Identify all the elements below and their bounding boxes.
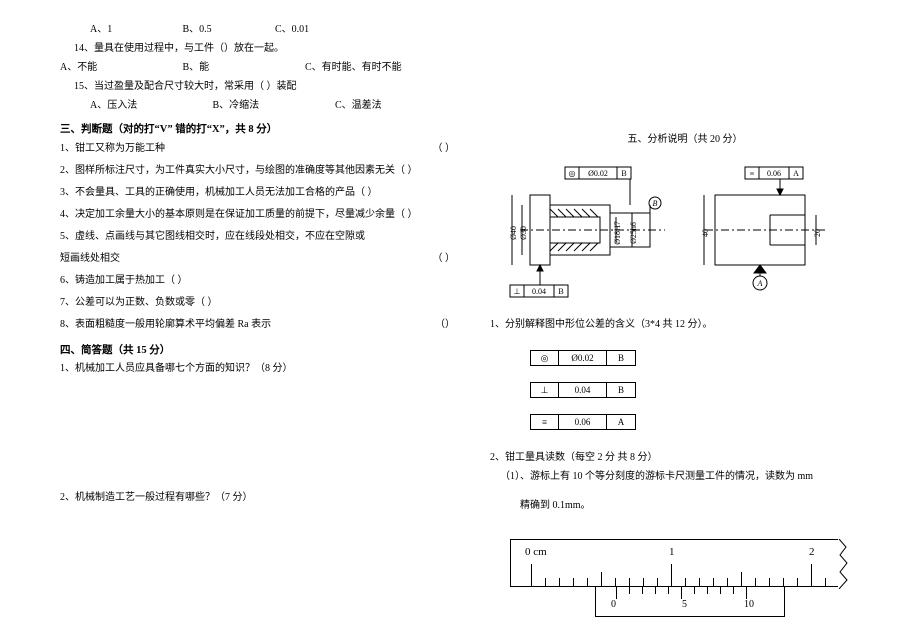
parallelism-icon: ≡ [531,415,559,429]
judge-1: 1、钳工又称为万能工种 （ ） [60,138,455,160]
judge-5a: 5、虚线、点画线与其它图线相交时，应在线段处相交，不应在空隙或 [60,226,455,248]
q15-opt-b: B、冷缩法 [213,96,333,115]
section5-title: 五、分析说明（共 20 分） [490,130,880,149]
q14-stem: 14、量具在使用过程中，与工件（）放在一起。 [60,39,455,58]
svg-text:0.04: 0.04 [532,287,546,296]
svg-text:B: B [621,169,626,178]
judge-7: 7、公差可以为正数、负数或零（ ） [60,292,455,314]
vern-10-label: 10 [744,599,754,610]
judge-5b: 短画线处相交 （ ） [60,248,455,270]
main-scale: 0 cm 1 2 [510,539,850,587]
judge-5-paren: （ ） [433,248,456,270]
judge-3: 3、不会量具、工具的正确使用，机械加工人员无法加工合格的产品（ ） [60,182,455,204]
perpendicularity-icon: ⊥ [531,383,559,397]
svg-text:20: 20 [813,229,822,237]
svg-text:B: B [558,287,563,296]
svg-text:Ø0.02: Ø0.02 [588,169,608,178]
concentricity-icon: ◎ [531,351,559,365]
q13-opt-b: B、0.5 [183,20,273,39]
q13-options: A、1 B、0.5 C、0.01 [60,20,455,39]
short-answer-2: 2、机械制造工艺一般过程有哪些？（7 分） [60,488,455,507]
svg-text:Ø25h6: Ø25h6 [629,222,638,244]
right-column: 五、分析说明（共 20 分） [475,20,880,617]
tol2-val: 0.04 [559,383,607,397]
left-column: A、1 B、0.5 C、0.01 14、量具在使用过程中，与工件（）放在一起。 … [60,20,475,617]
vern-0-label: 0 [611,599,616,610]
short-answer-1: 1、机械加工人员应具备哪七个方面的知识？（8 分） [60,359,455,378]
main-1-label: 1 [669,546,675,558]
q13-opt-a: A、1 [90,20,180,39]
q15-opt-c: C、温差法 [335,96,455,115]
vernier-caliper-drawing: 0 cm 1 2 [510,539,850,617]
svg-text:B: B [653,199,658,208]
svg-text:≡: ≡ [750,169,755,178]
analysis-q2: 2、钳工量具读数（每空 2 分 共 8 分） [490,448,880,467]
judge-4: 4、决定加工余量大小的基本原则是在保证加工质量的前提下，尽量减少余量（ ） [60,204,455,226]
judge-1-paren: （ ） [433,138,456,160]
main-0cm-label: 0 cm [525,546,547,558]
tol1-ref: B [607,351,635,365]
tol3-val: 0.06 [559,415,607,429]
tol3-ref: A [607,415,635,429]
q13-opt-c: C、0.01 [275,20,365,39]
q14-options: A、不能 B、能 C、有时能、有时不能 [60,58,455,77]
tol-box-1: ◎ Ø0.02 B [530,350,636,366]
tol1-val: Ø0.02 [559,351,607,365]
judge-6: 6、铸造加工属于热加工（ ） [60,270,455,292]
judge-8-paren: （） [435,314,455,336]
broken-edge-icon [838,539,850,587]
analysis-q2-note: 精确到 0.1mm。 [490,496,880,515]
section3-title: 三、判断题（对的打“V” 错的打“X”，共 8 分） [60,121,455,136]
analysis-q2a: （1）、游标上有 10 个等分刻度的游标卡尺测量工件的情况，读数为 mm [490,467,880,486]
svg-text:0.06: 0.06 [767,169,781,178]
q15-opt-a: A、压入法 [90,96,210,115]
tol2-ref: B [607,383,635,397]
technical-drawing: ◎ Ø0.02 B B ⊥ 0.04 [490,155,860,315]
tol-box-2: ⊥ 0.04 B [530,382,636,398]
section4-title: 四、简答题（共 15 分） [60,342,455,357]
svg-text:Ø40: Ø40 [509,226,518,240]
q15-options: A、压入法 B、冷缩法 C、温差法 [60,96,455,115]
q14-opt-c: C、有时能、有时不能 [305,58,425,77]
svg-text:A: A [793,169,799,178]
conc-sym: ◎ [569,169,576,178]
svg-text:⊥: ⊥ [514,287,521,296]
vern-5-label: 5 [682,599,687,610]
analysis-q1: 1、分别解释图中形位公差的含义（3*4 共 12 分）。 [490,315,880,334]
svg-text:40: 40 [701,229,710,237]
q15-stem: 15、当过盈量及配合尺寸较大时，常采用（ ）装配 [60,77,455,96]
tol-box-3: ≡ 0.06 A [530,414,636,430]
vernier-scale: 0 5 10 [595,587,785,617]
q14-opt-a: A、不能 [60,58,180,77]
q14-opt-b: B、能 [183,58,303,77]
main-2-label: 2 [809,546,815,558]
svg-text:A: A [757,279,763,288]
judge-8: 8、表面粗糙度一般用轮廓算术平均偏差 Ra 表示 （） [60,314,455,336]
svg-text:Ø30: Ø30 [519,226,528,240]
svg-text:Ø18H7: Ø18H7 [613,221,622,245]
judge-2: 2、图样所标注尺寸，为工件真实大小尺寸，与绘图的准确度等其他因素无关（ ） [60,160,455,182]
